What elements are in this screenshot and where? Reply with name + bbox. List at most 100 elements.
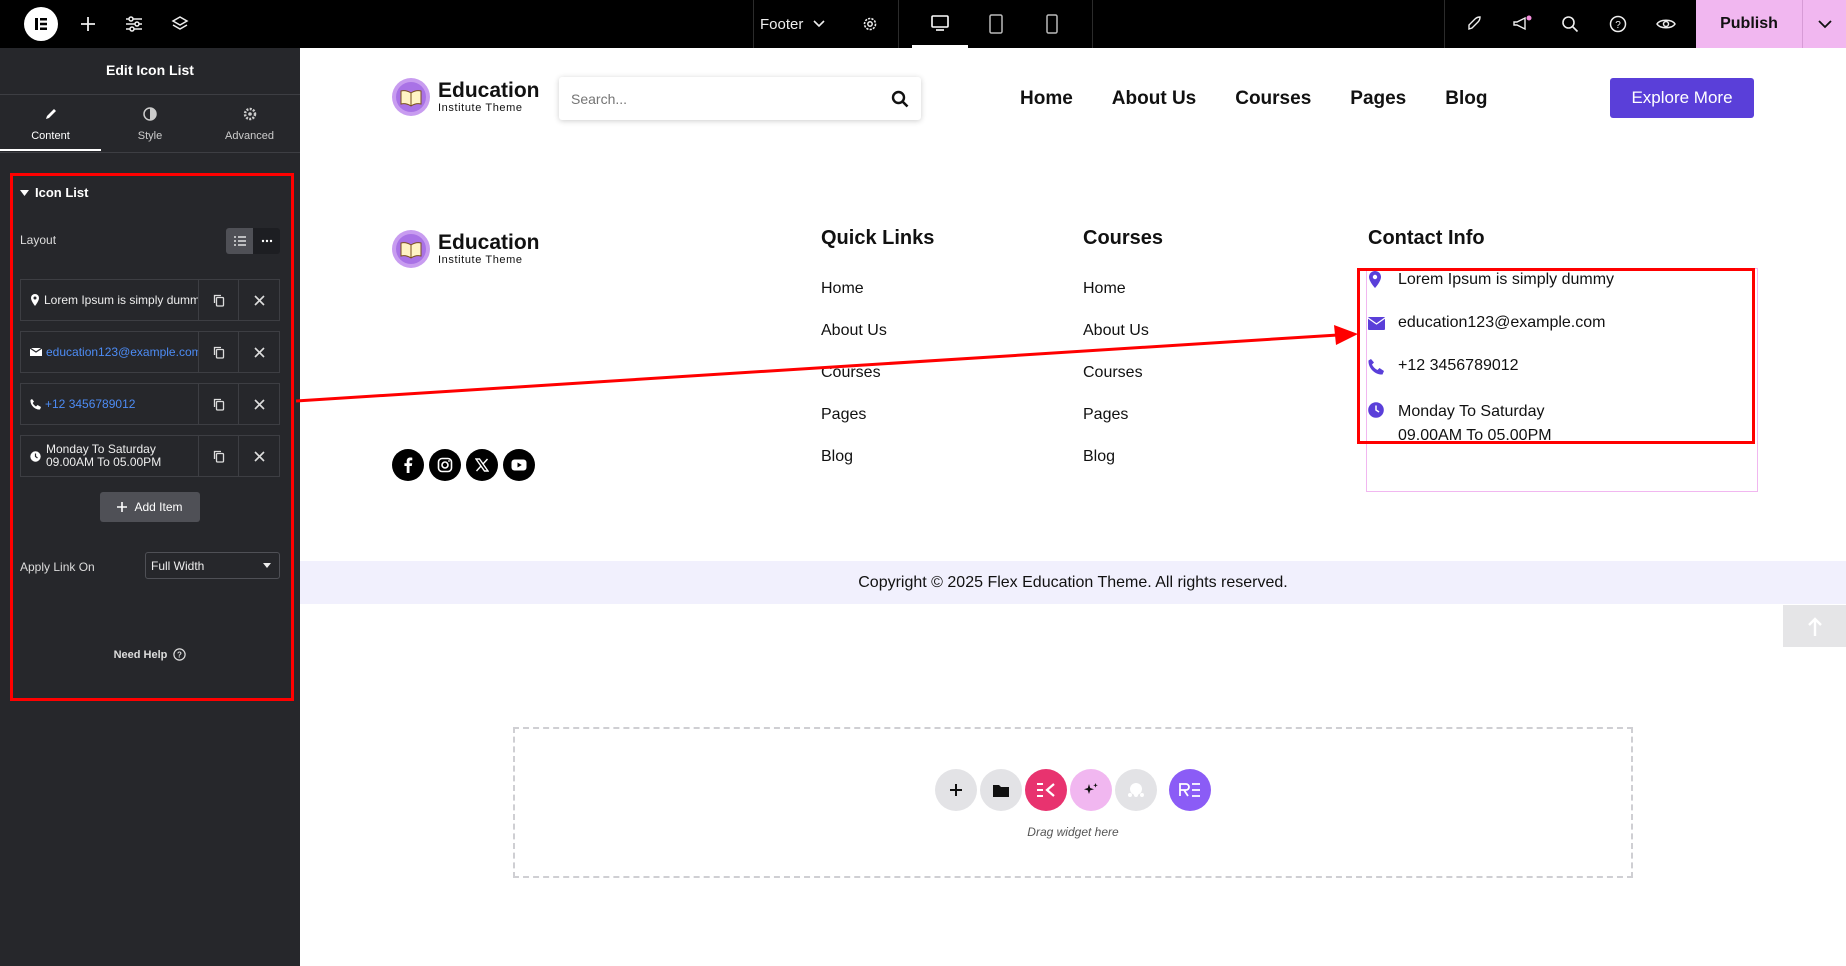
footer-logo[interactable]: Education Institute Theme [392, 230, 540, 268]
eye-icon[interactable] [1654, 12, 1678, 36]
list-layout-icon[interactable] [226, 228, 253, 254]
logo-title: Education [438, 231, 540, 254]
elementor-logo-icon[interactable] [24, 7, 58, 41]
widget-drop-zone[interactable]: Drag widget here [513, 727, 1633, 878]
tab-label: Style [137, 130, 163, 142]
repeater-item-label: Monday To Saturday 09.00AM To 05.00PM [46, 443, 161, 469]
remove-icon[interactable] [239, 280, 279, 320]
re-logo-icon [1178, 783, 1202, 797]
quick-link[interactable]: Courses [821, 364, 881, 382]
tab-label: Advanced [225, 130, 274, 142]
repeater-item-title[interactable]: +12 3456789012 [21, 384, 199, 424]
inline-layout-icon[interactable] [253, 228, 280, 254]
section-title: Icon List [35, 185, 89, 200]
duplicate-icon[interactable] [199, 384, 239, 424]
youtube-icon[interactable] [503, 449, 535, 481]
preview-canvas: Education Institute Theme Home About Us … [300, 48, 1846, 966]
instagram-icon[interactable] [429, 449, 461, 481]
header-logo[interactable]: Education Institute Theme [392, 78, 540, 116]
drop-zone-kit-button[interactable] [1025, 769, 1067, 811]
duplicate-icon[interactable] [199, 436, 239, 476]
repeater-item[interactable]: Lorem Ipsum is simply dummy [20, 279, 280, 321]
repeater-item-title[interactable]: Monday To Saturday 09.00AM To 05.00PM [21, 436, 199, 476]
tab-content[interactable]: Content [0, 95, 101, 151]
remove-icon[interactable] [239, 436, 279, 476]
repeater-item-label: education123@example.com [46, 345, 199, 359]
nav-item-pages[interactable]: Pages [1350, 88, 1406, 110]
add-icon[interactable] [76, 12, 100, 36]
need-help-link[interactable]: Need Help ? [0, 648, 300, 661]
duplicate-icon[interactable] [199, 280, 239, 320]
repeater-item-title[interactable]: Lorem Ipsum is simply dummy [21, 280, 199, 320]
course-link[interactable]: About Us [1083, 322, 1149, 340]
drop-zone-ai-button[interactable] [1070, 769, 1112, 811]
nav-item-courses[interactable]: Courses [1235, 88, 1311, 110]
remove-icon[interactable] [239, 384, 279, 424]
rocket-icon[interactable] [1462, 12, 1486, 36]
megaphone-icon[interactable] [1510, 12, 1534, 36]
quick-link[interactable]: Pages [821, 406, 866, 424]
drop-zone-cloud-button[interactable] [1115, 769, 1157, 811]
search-icon[interactable] [891, 90, 909, 108]
help-icon[interactable]: ? [1606, 12, 1630, 36]
tab-advanced[interactable]: Advanced [199, 95, 300, 151]
drop-zone-template-button[interactable] [980, 769, 1022, 811]
template-name: Footer [760, 15, 804, 33]
remove-icon[interactable] [239, 332, 279, 372]
search-icon[interactable] [1558, 12, 1582, 36]
apply-link-label: Apply Link On [20, 560, 95, 574]
logo-subtitle: Institute Theme [438, 102, 523, 114]
repeater-item[interactable]: education123@example.com [20, 331, 280, 373]
gear-icon[interactable] [858, 12, 882, 36]
nav-item-home[interactable]: Home [1020, 88, 1073, 110]
need-help-label: Need Help [113, 648, 168, 661]
desktop-icon[interactable] [912, 0, 968, 48]
quick-link[interactable]: About Us [821, 322, 887, 340]
layers-icon[interactable] [168, 12, 192, 36]
logo-subtitle: Institute Theme [438, 254, 523, 266]
search-input[interactable] [571, 90, 861, 107]
folder-icon [993, 784, 1009, 797]
publish-options-button[interactable] [1802, 0, 1846, 48]
course-link[interactable]: Pages [1083, 406, 1128, 424]
label-line: 09.00AM To 05.00PM [46, 455, 162, 469]
repeater-item-label: Lorem Ipsum is simply dummy [44, 293, 199, 307]
repeater-item-title[interactable]: education123@example.com [21, 332, 199, 372]
top-bar-divider [1444, 0, 1445, 48]
settings-sliders-icon[interactable] [122, 12, 146, 36]
main-nav: Home About Us Courses Pages Blog [1020, 88, 1487, 110]
repeater-item[interactable]: +12 3456789012 [20, 383, 280, 425]
add-item-button[interactable]: Add Item [100, 492, 200, 522]
apply-link-select[interactable]: Full Width [145, 552, 280, 579]
back-to-top-button[interactable] [1783, 605, 1846, 647]
duplicate-icon[interactable] [199, 332, 239, 372]
copyright-text: Copyright © 2025 Flex Education Theme. A… [858, 573, 1288, 591]
publish-button[interactable]: Publish [1696, 0, 1802, 48]
drop-zone-add-button[interactable] [935, 769, 977, 811]
tab-style[interactable]: Style [101, 95, 199, 151]
course-link[interactable]: Courses [1083, 364, 1143, 382]
mobile-icon[interactable] [1024, 0, 1080, 48]
editor-panel: Edit Icon List Content Style Advanced Ic… [0, 48, 300, 966]
top-bar-divider [1092, 0, 1093, 48]
section-toggle[interactable]: Icon List [20, 185, 88, 200]
facebook-icon[interactable] [392, 449, 424, 481]
nav-item-about[interactable]: About Us [1112, 88, 1196, 110]
tablet-icon[interactable] [968, 0, 1024, 48]
phone-icon [30, 398, 41, 410]
drop-zone-re-button[interactable] [1169, 769, 1211, 811]
course-link[interactable]: Blog [1083, 448, 1115, 466]
course-link[interactable]: Home [1083, 280, 1126, 298]
help-icon: ? [173, 648, 187, 661]
x-twitter-icon[interactable] [466, 449, 498, 481]
quick-link[interactable]: Blog [821, 448, 853, 466]
nav-item-blog[interactable]: Blog [1445, 88, 1487, 110]
caret-down-icon [263, 563, 271, 568]
arrow-up-icon [1807, 616, 1823, 636]
template-selector[interactable]: Footer [760, 12, 825, 36]
repeater-item[interactable]: Monday To Saturday 09.00AM To 05.00PM [20, 435, 280, 477]
social-icons [392, 449, 535, 481]
explore-more-button[interactable]: Explore More [1610, 78, 1754, 118]
svg-text:?: ? [177, 651, 182, 660]
quick-link[interactable]: Home [821, 280, 864, 298]
